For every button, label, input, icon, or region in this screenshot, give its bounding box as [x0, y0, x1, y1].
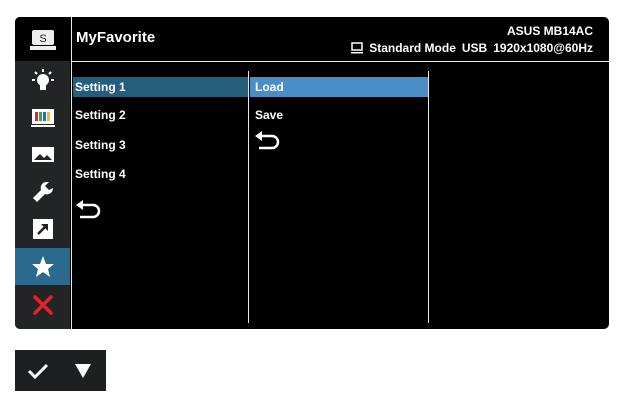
star-icon [31, 255, 54, 277]
setting-item-4[interactable]: Setting 4 [75, 164, 126, 184]
column-divider [428, 71, 429, 323]
checkmark-icon [27, 363, 48, 379]
setting-item-2[interactable]: Setting 2 [75, 105, 126, 125]
image-icon [31, 146, 54, 162]
sidebar-item-shortcut[interactable] [15, 210, 70, 247]
model-name: ASUS MB14AC [506, 24, 593, 38]
save-button[interactable]: Save [255, 105, 283, 125]
resolution-label: 1920x1080@60Hz [493, 41, 593, 55]
color-bars-icon [30, 108, 55, 127]
back-button[interactable] [75, 200, 105, 220]
svg-text:S: S [39, 33, 46, 45]
sidebar-item-color[interactable] [15, 99, 70, 136]
setting-item-1[interactable]: Setting 1 [73, 77, 248, 97]
lightbulb-icon [31, 68, 54, 90]
divider [71, 17, 72, 329]
header-divider [71, 61, 609, 62]
osd-menu: S MyFavorite ASUS MB14AC Standard Mode U… [15, 17, 609, 329]
setting-item-3[interactable]: Setting 3 [75, 135, 126, 155]
mode-label: Standard Mode [369, 41, 456, 55]
input-label: USB [461, 41, 488, 55]
wrench-icon [32, 181, 53, 202]
shortcut-arrow-icon [32, 218, 53, 239]
sidebar-item-brightness[interactable] [15, 62, 70, 99]
down-button[interactable] [60, 350, 105, 391]
sidebar-item-image[interactable] [15, 136, 70, 173]
close-icon [32, 294, 53, 315]
status-line: Standard Mode USB 1920x1080@60Hz [351, 41, 593, 55]
sidebar-header: S [15, 17, 70, 61]
sidebar-item-settings[interactable] [15, 173, 70, 210]
load-button[interactable]: Load [250, 77, 428, 97]
sidebar-item-favorite[interactable] [15, 248, 70, 285]
sidebar: S [15, 17, 70, 329]
s-logo-icon: S [15, 21, 70, 58]
page-title: MyFavorite [76, 29, 156, 46]
column-divider [248, 71, 249, 323]
back-button[interactable] [254, 131, 284, 151]
confirm-button[interactable] [15, 350, 60, 391]
down-triangle-icon [74, 363, 91, 378]
sidebar-item-exit[interactable] [15, 286, 70, 323]
monitor-icon [351, 42, 364, 54]
return-arrow-icon [255, 131, 280, 150]
return-arrow-icon [76, 200, 101, 219]
control-keys [15, 350, 106, 391]
